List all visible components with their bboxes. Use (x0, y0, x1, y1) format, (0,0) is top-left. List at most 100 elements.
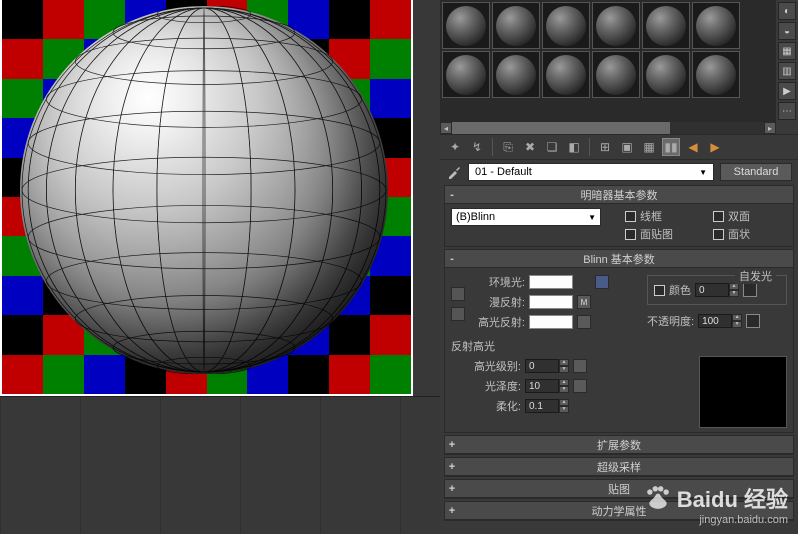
sample-slot[interactable] (692, 51, 740, 98)
faceted-checkbox[interactable]: 面状 (713, 226, 787, 242)
sample-slots-area (440, 0, 776, 122)
material-type-button[interactable]: Standard (720, 163, 792, 181)
wireframe-overlay (20, 6, 388, 374)
make-unique-icon[interactable]: ◧ (565, 138, 583, 156)
self-illum-legend: 自发光 (735, 268, 776, 284)
collapse-icon: - (445, 189, 459, 201)
blinn-basic-params-rollup: - Blinn 基本参数 环境光: (444, 249, 794, 433)
opacity-spinner[interactable]: 100 ▲▼ (698, 314, 742, 328)
material-id-icon[interactable]: ▣ (618, 138, 636, 156)
rollup-header[interactable]: + 贴图 (445, 480, 793, 498)
sample-preview (0, 0, 413, 396)
ambient-diffuse-lock-icon[interactable] (451, 287, 465, 301)
dropdown-icon: ▼ (699, 168, 707, 177)
ambient-label: 环境光: (467, 274, 525, 290)
reset-icon[interactable]: ✖ (521, 138, 539, 156)
material-name-value: 01 - Default (475, 166, 532, 178)
collapse-icon: - (445, 253, 459, 265)
show-map-icon[interactable]: ▦ (640, 138, 658, 156)
preview-viewport (0, 0, 440, 534)
rollup-title: 明暗器基本参数 (581, 187, 658, 203)
sample-uv-icon[interactable]: ▥ (778, 62, 796, 80)
rollup-header[interactable]: + 动力学属性 (445, 502, 793, 520)
dropdown-icon: ▼ (588, 213, 596, 222)
specular-label: 高光反射: (467, 314, 525, 330)
highlight-curve-preview (699, 356, 787, 428)
go-forward-icon[interactable]: ▶ (706, 138, 724, 156)
opacity-label: 不透明度: (647, 313, 694, 329)
get-material-icon[interactable]: ✦ (446, 138, 464, 156)
glossiness-map-button[interactable] (573, 379, 587, 393)
lock-icon[interactable] (595, 275, 609, 289)
specular-color-swatch[interactable] (529, 315, 573, 329)
rollup-title: 贴图 (608, 481, 630, 497)
two-sided-checkbox[interactable]: 双面 (713, 208, 787, 224)
assign-icon[interactable]: ⎘ (499, 138, 517, 156)
material-name-dropdown[interactable]: 01 - Default ▼ (468, 163, 714, 181)
pick-material-icon[interactable] (446, 164, 462, 180)
self-illumination-group: 自发光 颜色 0 ▲▼ (647, 275, 787, 305)
specular-highlights-legend: 反射高光 (451, 341, 495, 353)
self-illum-map-button[interactable] (743, 283, 757, 297)
sample-slot[interactable] (642, 51, 690, 98)
preview-sphere (20, 6, 388, 374)
sample-slot[interactable] (592, 2, 640, 49)
maps-rollup: + 贴图 (444, 479, 794, 499)
background-icon[interactable]: ▦ (778, 42, 796, 60)
soften-spinner[interactable]: 0.1 ▲▼ (525, 399, 569, 413)
shader-type-dropdown[interactable]: (B)Blinn ▼ (451, 208, 601, 226)
ambient-color-swatch[interactable] (529, 275, 573, 289)
expand-icon: + (445, 505, 459, 517)
scroll-left-icon[interactable]: ◂ (440, 122, 452, 134)
specular-map-button[interactable] (577, 315, 591, 329)
opacity-map-button[interactable] (746, 314, 760, 328)
sample-slot[interactable] (542, 2, 590, 49)
self-illum-color-checkbox[interactable] (654, 285, 665, 296)
sample-slot[interactable] (492, 2, 540, 49)
sample-slot[interactable] (592, 51, 640, 98)
sample-slot[interactable] (442, 2, 490, 49)
supersampling-rollup: + 超级采样 (444, 457, 794, 477)
sample-slot[interactable] (542, 51, 590, 98)
slots-scrollbar[interactable]: ◂ ▸ (440, 122, 776, 134)
expand-icon: + (445, 439, 459, 451)
glossiness-label: 光泽度: (451, 378, 521, 394)
scroll-right-icon[interactable]: ▸ (764, 122, 776, 134)
put-library-icon[interactable]: ⊞ (596, 138, 614, 156)
material-toolbar: ✦ ↯ ⎘ ✖ ❏ ◧ ⊞ ▣ ▦ ▮▮ ◀ ▶ (440, 134, 798, 160)
shader-basic-params-rollup: - 明暗器基本参数 (B)Blinn ▼ 线框 双面 面贴图 面状 (444, 185, 794, 247)
go-parent-icon[interactable]: ◀ (684, 138, 702, 156)
specular-level-spinner[interactable]: 0 ▲▼ (525, 359, 569, 373)
glossiness-spinner[interactable]: 10 ▲▼ (525, 379, 569, 393)
material-name-bar: 01 - Default ▼ Standard (440, 160, 798, 184)
rollup-title: 扩展参数 (597, 437, 641, 453)
rollup-header[interactable]: - Blinn 基本参数 (445, 250, 793, 268)
self-illum-spinner[interactable]: 0 ▲▼ (695, 283, 739, 297)
rollup-title: 动力学属性 (592, 503, 647, 519)
options-icon[interactable]: ⋯ (778, 102, 796, 120)
dynamics-rollup: + 动力学属性 (444, 501, 794, 521)
backlight-icon[interactable]: ◒ (778, 22, 796, 40)
diffuse-specular-lock-icon[interactable] (451, 307, 465, 321)
self-illum-color-label: 颜色 (669, 282, 691, 298)
sample-slot[interactable] (492, 51, 540, 98)
rollup-header[interactable]: + 扩展参数 (445, 436, 793, 454)
sample-slot[interactable] (442, 51, 490, 98)
make-copy-icon[interactable]: ❏ (543, 138, 561, 156)
expand-icon: + (445, 461, 459, 473)
expand-icon: + (445, 483, 459, 495)
specular-level-label: 高光级别: (451, 358, 521, 374)
sample-slot[interactable] (642, 2, 690, 49)
video-icon[interactable]: ▶ (778, 82, 796, 100)
show-end-result-icon[interactable]: ▮▮ (662, 138, 680, 156)
sample-slot[interactable] (692, 2, 740, 49)
rollup-header[interactable]: - 明暗器基本参数 (445, 186, 793, 204)
put-to-scene-icon[interactable]: ↯ (468, 138, 486, 156)
rollup-header[interactable]: + 超级采样 (445, 458, 793, 476)
face-map-checkbox[interactable]: 面贴图 (625, 226, 699, 242)
sample-type-icon[interactable]: ◐ (778, 2, 796, 20)
diffuse-map-button[interactable]: M (577, 295, 591, 309)
wireframe-checkbox[interactable]: 线框 (625, 208, 699, 224)
diffuse-color-swatch[interactable] (529, 295, 573, 309)
specular-level-map-button[interactable] (573, 359, 587, 373)
